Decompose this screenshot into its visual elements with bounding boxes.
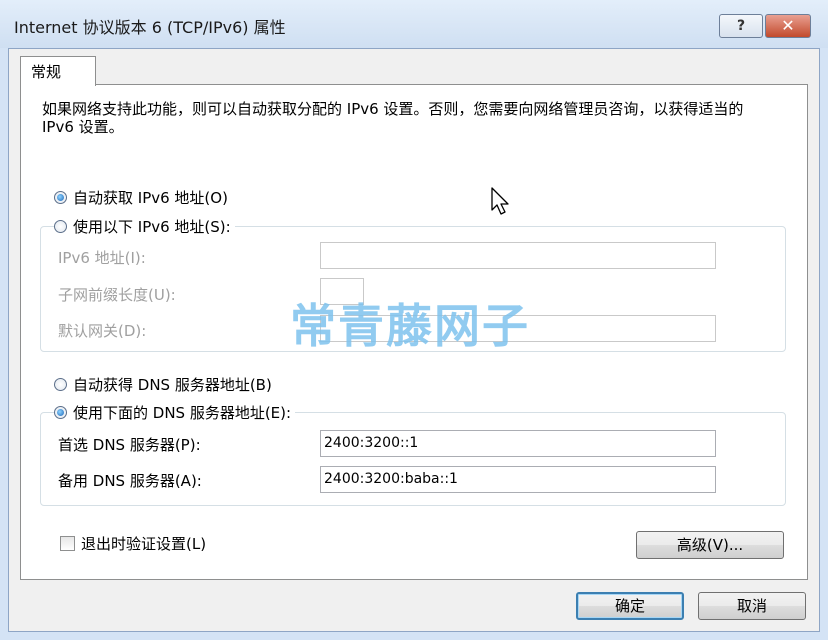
alternate-dns-input[interactable]: 2400:3200:baba::1 — [320, 466, 716, 493]
auto-ipv6-label: 自动获取 IPv6 地址(O) — [73, 188, 228, 207]
validate-label: 退出时验证设置(L) — [81, 535, 207, 553]
preferred-dns-input[interactable]: 2400:3200::1 — [320, 430, 716, 457]
validate-checkbox-box — [60, 536, 75, 551]
ipv6-address-input[interactable] — [320, 242, 716, 269]
auto-ipv6-radio[interactable]: 自动获取 IPv6 地址(O) — [54, 186, 232, 208]
validate-on-exit-checkbox[interactable]: 退出时验证设置(L) — [60, 533, 206, 554]
manual-ipv6-radio-indicator — [54, 219, 67, 233]
window-title: Internet 协议版本 6 (TCP/IPv6) 属性 — [14, 18, 286, 37]
watermark-text: 常青藤网子 — [290, 299, 530, 353]
auto-ipv6-radio-indicator — [54, 190, 67, 204]
manual-dns-label: 使用下面的 DNS 服务器地址(E): — [73, 403, 292, 422]
tab-general[interactable]: 常规 — [20, 56, 96, 86]
manual-ipv6-radio[interactable]: 使用以下 IPv6 地址(S): — [54, 215, 235, 237]
close-button[interactable]: ✕ — [765, 14, 811, 38]
cancel-button[interactable]: 取消 — [698, 592, 806, 620]
default-gateway-label: 默认网关(D): — [58, 322, 147, 340]
alternate-dns-label: 备用 DNS 服务器(A): — [58, 472, 202, 490]
preferred-dns-label: 首选 DNS 服务器(P): — [58, 436, 201, 454]
manual-ipv6-label: 使用以下 IPv6 地址(S): — [73, 217, 231, 236]
help-button[interactable]: ? — [719, 14, 763, 38]
description-text: 如果网络支持此功能，则可以自动获取分配的 IPv6 设置。否则，您需要向网络管理… — [42, 100, 744, 136]
advanced-button[interactable]: 高级(V)... — [636, 531, 784, 559]
manual-dns-radio[interactable]: 使用下面的 DNS 服务器地址(E): — [54, 401, 296, 423]
manual-dns-radio-indicator — [54, 405, 67, 419]
subnet-prefix-label: 子网前缀长度(U): — [58, 286, 176, 304]
auto-dns-radio-indicator — [54, 377, 67, 391]
ipv6-address-label: IPv6 地址(I): — [58, 249, 146, 267]
mouse-pointer-icon — [491, 187, 509, 215]
ok-button[interactable]: 确定 — [576, 592, 684, 620]
tab-general-label: 常规 — [31, 63, 62, 81]
auto-dns-radio[interactable]: 自动获得 DNS 服务器地址(B) — [54, 373, 276, 395]
auto-dns-label: 自动获得 DNS 服务器地址(B) — [73, 375, 272, 394]
title-bar: Internet 协议版本 6 (TCP/IPv6) 属性 ? ✕ — [0, 0, 828, 48]
